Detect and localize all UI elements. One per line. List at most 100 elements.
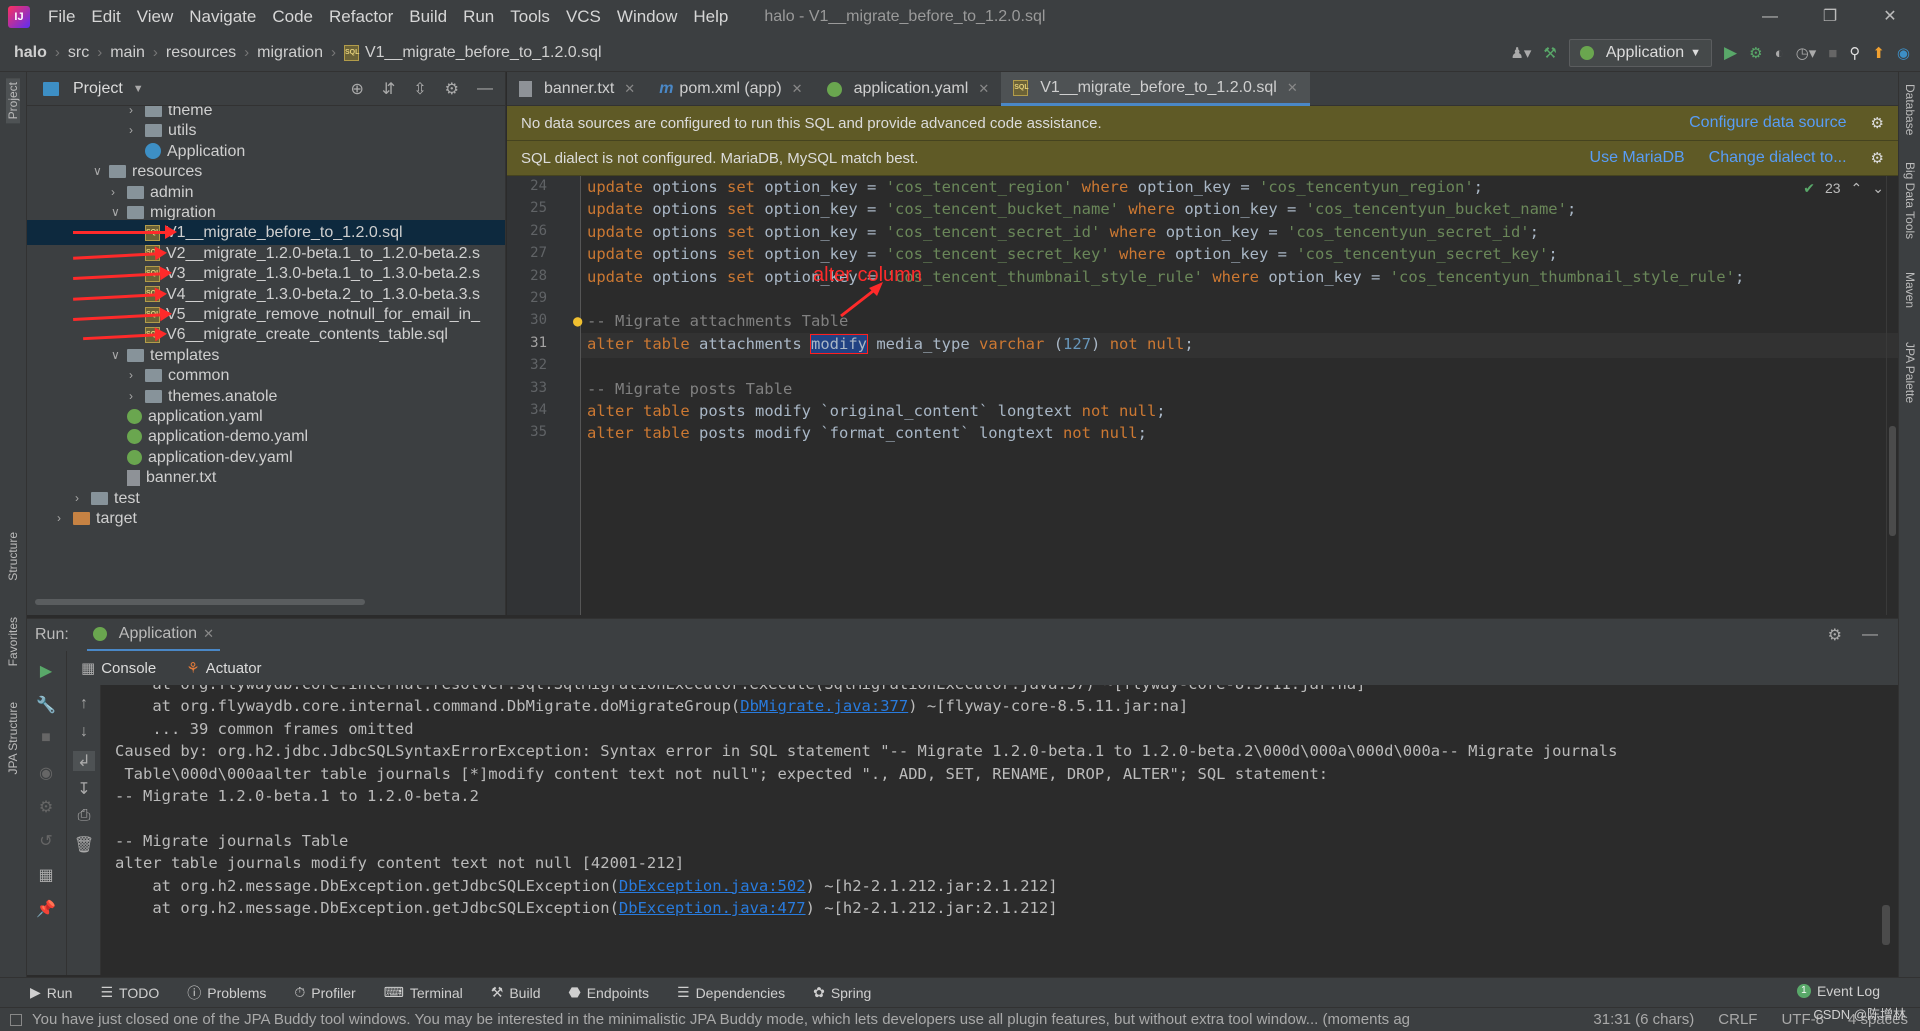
- menu-item-window[interactable]: Window: [609, 7, 685, 27]
- menu-item-tools[interactable]: Tools: [502, 7, 558, 27]
- lightbulb-icon[interactable]: ●: [573, 312, 582, 330]
- tree-node-target[interactable]: › target: [57, 506, 137, 531]
- debug-icon[interactable]: ⚙: [1749, 44, 1762, 62]
- status-message[interactable]: You have just closed one of the JPA Budd…: [32, 1011, 1562, 1028]
- database-tool-button[interactable]: Database: [1903, 84, 1917, 135]
- menu-item-code[interactable]: Code: [264, 7, 321, 27]
- menu-item-view[interactable]: View: [129, 7, 182, 27]
- profile-icon[interactable]: ◷▾: [1796, 44, 1817, 62]
- code-editor[interactable]: 24 25 26 27 28 29 30 31 32 33 34 35 update options …: [507, 176, 1898, 615]
- chevron-down-icon[interactable]: ⌄: [1872, 180, 1884, 197]
- tree-scrollbar[interactable]: [35, 599, 365, 605]
- stop-icon[interactable]: ■: [35, 729, 57, 749]
- code-line[interactable]: update options set option_key = 'cos_ten…: [587, 178, 1483, 196]
- menu-item-navigate[interactable]: Navigate: [181, 7, 264, 27]
- bottom-tab-problems[interactable]: ⓘ Problems: [187, 983, 266, 1003]
- run-config-selector[interactable]: Application ▼: [1568, 39, 1713, 67]
- change-dialect-link[interactable]: Change dialect to...: [1709, 149, 1847, 167]
- code-line[interactable]: alter table posts modify `original_conte…: [587, 402, 1166, 420]
- gear-icon[interactable]: ⚙: [1828, 625, 1842, 645]
- line-separator[interactable]: CRLF: [1718, 1011, 1757, 1028]
- run-tab-application[interactable]: Application ✕: [86, 619, 220, 652]
- actuator-tab[interactable]: ⚘ Actuator: [186, 659, 261, 678]
- breadcrumb-item[interactable]: migration: [257, 44, 323, 62]
- jpa-palette-button[interactable]: JPA Palette: [1903, 342, 1917, 403]
- soft-wrap-icon[interactable]: ↲: [73, 751, 95, 771]
- menu-item-run[interactable]: Run: [455, 7, 502, 27]
- tab-banner-txt[interactable]: banner.txt ✕: [507, 72, 647, 106]
- stacktrace-link[interactable]: DbMigrate.java:377: [740, 697, 908, 715]
- project-tool-button[interactable]: Project: [6, 78, 20, 124]
- console-tab[interactable]: ▦ Console: [81, 659, 156, 678]
- trash-icon[interactable]: 🗑: [73, 835, 95, 855]
- update-icon[interactable]: ⬆: [1872, 44, 1885, 62]
- debug-icon[interactable]: ⚙: [35, 797, 57, 817]
- caret-position[interactable]: 31:31 (6 chars): [1593, 1011, 1694, 1028]
- menu-item-refactor[interactable]: Refactor: [321, 7, 401, 27]
- bottom-tab-endpoints[interactable]: ⬣ Endpoints: [568, 984, 649, 1001]
- close-icon[interactable]: ✕: [978, 81, 989, 97]
- menu-item-help[interactable]: Help: [685, 7, 736, 27]
- rerun-icon[interactable]: ▶: [35, 661, 57, 681]
- gear-icon[interactable]: ⚙: [1871, 149, 1884, 167]
- editor-scrollbar[interactable]: [1886, 176, 1898, 615]
- bottom-tab-run[interactable]: ▶ Run: [30, 984, 72, 1001]
- tab-application-yaml[interactable]: application.yaml ✕: [815, 72, 1002, 106]
- arrow-up-icon[interactable]: ↑: [73, 695, 95, 715]
- layout-toggle-icon[interactable]: [10, 1013, 22, 1026]
- code-line[interactable]: update options set option_key = 'cos_ten…: [587, 245, 1558, 263]
- pin-icon[interactable]: 📌: [35, 899, 57, 919]
- structure-tool-button[interactable]: Structure: [6, 532, 20, 581]
- hide-icon[interactable]: —: [1862, 626, 1878, 644]
- close-icon[interactable]: ✕: [624, 81, 635, 97]
- chevron-down-icon[interactable]: ∨: [111, 343, 127, 368]
- minimize-icon[interactable]: —: [1740, 0, 1800, 34]
- arrow-down-icon[interactable]: ↓: [73, 723, 95, 743]
- expand-all-icon[interactable]: ⇵: [382, 79, 395, 99]
- print-icon[interactable]: ⎙: [73, 807, 95, 827]
- bottom-tab-spring[interactable]: ✿ Spring: [813, 984, 871, 1001]
- stacktrace-link[interactable]: DbException.java:477: [619, 899, 806, 917]
- locate-icon[interactable]: ⊕: [350, 79, 363, 99]
- bottom-tab-profiler[interactable]: ⏱ Profiler: [294, 984, 355, 1001]
- jpa-structure-tool-button[interactable]: JPA Structure: [6, 702, 20, 774]
- use-mariadb-link[interactable]: Use MariaDB: [1590, 149, 1685, 167]
- camera-icon[interactable]: ◉: [35, 763, 57, 783]
- bottom-tab-build[interactable]: ⚒ Build: [491, 984, 541, 1001]
- bottom-tab-todo[interactable]: ☰ TODO: [100, 984, 159, 1001]
- stop-icon[interactable]: ■: [1828, 45, 1837, 62]
- plugin-icon[interactable]: ◉: [1897, 44, 1910, 62]
- breadcrumb-item[interactable]: resources: [166, 44, 236, 62]
- wrench-icon[interactable]: 🔧: [35, 695, 57, 715]
- code-line[interactable]: -- Migrate attachments Table ●: [573, 312, 848, 330]
- event-log-button[interactable]: 1 Event Log: [1796, 983, 1880, 999]
- gear-icon[interactable]: ⚙: [1871, 114, 1884, 132]
- menu-item-vcs[interactable]: VCS: [558, 7, 609, 27]
- gear-icon[interactable]: ⚙: [445, 79, 459, 99]
- breadcrumb-item[interactable]: V1__migrate_before_to_1.2.0.sql: [365, 44, 602, 62]
- code-line[interactable]: update options set option_key = 'cos_ten…: [587, 200, 1576, 218]
- code-line[interactable]: -- Migrate posts Table: [587, 380, 792, 398]
- chevron-down-icon[interactable]: ▼: [133, 83, 144, 95]
- close-icon[interactable]: ✕: [1287, 80, 1298, 96]
- chevron-down-icon[interactable]: ∨: [93, 159, 109, 184]
- scroll-end-icon[interactable]: ↧: [73, 779, 95, 799]
- search-icon[interactable]: ⚲: [1849, 44, 1860, 62]
- favorites-tool-button[interactable]: Favorites: [6, 617, 20, 666]
- chevron-up-icon[interactable]: ⌃: [1851, 180, 1863, 197]
- breadcrumb-item[interactable]: src: [68, 44, 89, 62]
- hammer-icon[interactable]: ⚒: [1543, 44, 1556, 62]
- collapse-all-icon[interactable]: ⇳: [413, 79, 426, 99]
- breadcrumb-item[interactable]: main: [110, 44, 145, 62]
- code-line[interactable]: update options set option_key = 'cos_ten…: [587, 268, 1744, 286]
- menu-item-build[interactable]: Build: [401, 7, 455, 27]
- inspection-widget[interactable]: ✔ 23 ⌃ ⌄: [1803, 180, 1884, 197]
- menu-item-edit[interactable]: Edit: [83, 7, 128, 27]
- coverage-icon[interactable]: ◐: [1775, 45, 1784, 62]
- bottom-tab-terminal[interactable]: ⌨ Terminal: [384, 984, 463, 1001]
- breadcrumb-item[interactable]: halo: [14, 44, 47, 62]
- stacktrace-link[interactable]: DbException.java:502: [619, 877, 806, 895]
- menu-item-file[interactable]: File: [40, 7, 83, 27]
- console-scrollbar[interactable]: [1882, 905, 1890, 945]
- project-panel-title[interactable]: Project: [73, 80, 123, 98]
